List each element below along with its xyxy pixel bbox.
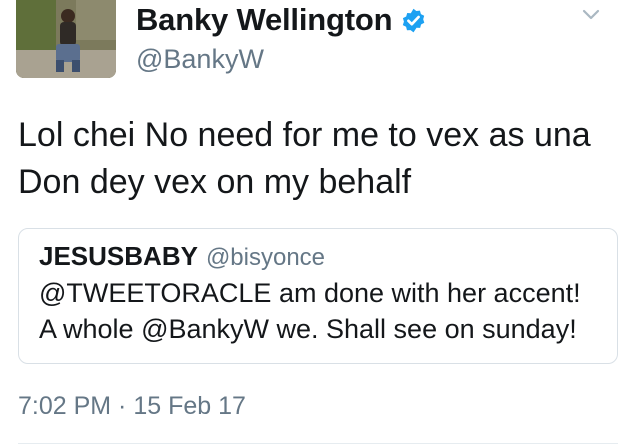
quoted-tweet[interactable]: JESUSBABY @bisyonce @TWEETORACLE am done…	[18, 228, 618, 364]
avatar[interactable]	[16, 0, 116, 78]
author-handle[interactable]: @BankyW	[136, 44, 264, 75]
chevron-down-icon[interactable]	[580, 4, 602, 26]
tweet-card: Banky Wellington @BankyW Lol chei No nee…	[0, 0, 640, 446]
quoted-tweet-header: JESUSBABY @bisyonce	[39, 241, 617, 272]
avatar-photo	[16, 0, 116, 78]
tweet-text: Lol chei No need for me to vex as una Do…	[18, 116, 591, 201]
quoted-display-name: JESUSBABY	[39, 241, 198, 271]
author-display-name[interactable]: Banky Wellington	[136, 2, 393, 38]
verified-badge-icon	[400, 7, 427, 34]
quoted-tweet-text: @TWEETORACLE am done with her accent! A …	[39, 278, 581, 344]
quoted-handle: @bisyonce	[205, 244, 326, 271]
tweet-timestamp[interactable]: 7:02 PM · 15 Feb 17	[18, 392, 246, 421]
author-name-row: Banky Wellington	[136, 2, 427, 38]
divider	[18, 443, 618, 444]
